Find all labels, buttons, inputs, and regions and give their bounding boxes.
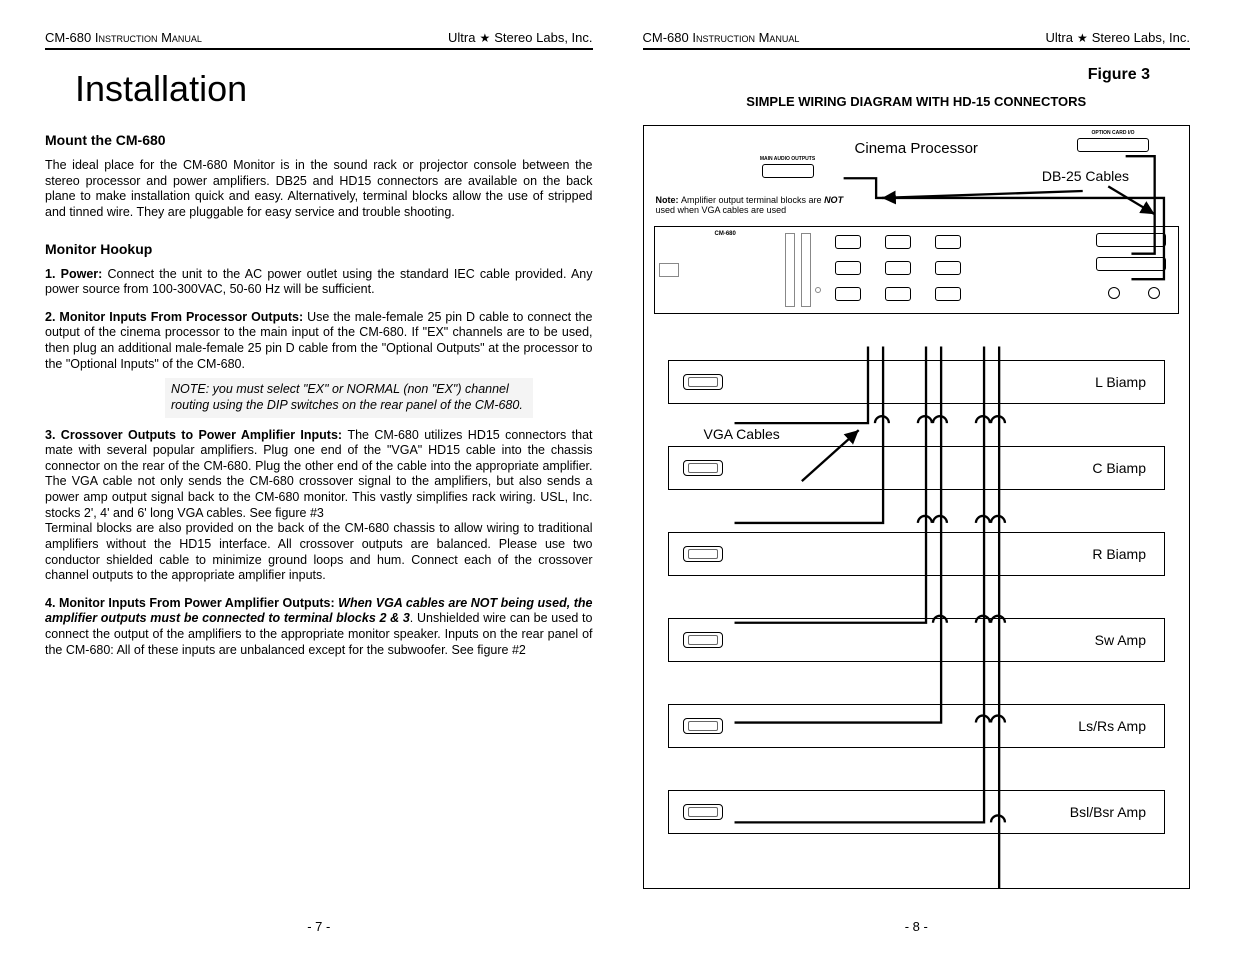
page-title: Installation <box>75 68 593 110</box>
wiring-diagram: Cinema Processor OPTION CARD I/O MAIN AU… <box>643 125 1191 889</box>
db25-cables-label: DB-25 Cables <box>1042 168 1129 184</box>
para-crossover-2: Terminal blocks are also provided on the… <box>45 521 593 584</box>
header-row-right: CM-680 Instruction Manual Ultra ★ Stereo… <box>643 30 1191 50</box>
amp-label: R Biamp <box>1092 546 1146 562</box>
hd15-connector-icon <box>683 460 723 476</box>
para-proc-outputs: 2. Monitor Inputs From Processor Outputs… <box>45 310 593 373</box>
main-audio-connector-icon <box>762 164 814 178</box>
note-box: NOTE: you must select "EX" or NORMAL (no… <box>165 378 533 417</box>
db25-port-icon <box>1096 257 1166 271</box>
cm680-unit: CM-680 <box>654 226 1180 314</box>
amp-label: Bsl/Bsr Amp <box>1070 804 1146 820</box>
cm680-label: CM-680 <box>715 231 736 237</box>
option-card-connector-icon <box>1077 138 1149 152</box>
heading-mount: Mount the CM-680 <box>45 132 593 148</box>
figure-title: Figure 3 <box>643 66 1151 84</box>
vga-port-icon <box>885 261 911 275</box>
para-crossover: 3. Crossover Outputs to Power Amplifier … <box>45 428 593 522</box>
option-card-label: OPTION CARD I/O <box>1077 130 1149 136</box>
header-right-text-r: Ultra ★ Stereo Labs, Inc. <box>1046 30 1191 45</box>
amp-box: Sw Amp <box>668 618 1166 662</box>
main-audio-label: MAIN AUDIO OUTPUTS <box>758 156 818 162</box>
amp-box: L Biamp <box>668 360 1166 404</box>
amp-box: Bsl/Bsr Amp <box>668 790 1166 834</box>
page-left: CM-680 Instruction Manual Ultra ★ Stereo… <box>20 30 618 934</box>
figure-subtitle: SIMPLE WIRING DIAGRAM WITH HD-15 CONNECT… <box>643 94 1191 109</box>
star-icon: ★ <box>479 31 490 45</box>
vga-port-icon <box>835 261 861 275</box>
amp-box: Ls/Rs Amp <box>668 704 1166 748</box>
diagram-note: Note: Amplifier output terminal blocks a… <box>656 196 856 216</box>
power-port-icon <box>1148 287 1160 299</box>
header-left-text: CM-680 Instruction Manual <box>45 30 202 45</box>
vga-port-icon <box>935 235 961 249</box>
header-row-left: CM-680 Instruction Manual Ultra ★ Stereo… <box>45 30 593 50</box>
vga-port-icon <box>885 287 911 301</box>
vga-port-icon <box>885 235 911 249</box>
amp-label: C Biamp <box>1092 460 1146 476</box>
vga-port-icon <box>835 287 861 301</box>
amp-box: R Biamp <box>668 532 1166 576</box>
amp-label: Sw Amp <box>1095 632 1146 648</box>
hd15-connector-icon <box>683 804 723 820</box>
para-amp-outputs: 4. Monitor Inputs From Power Amplifier O… <box>45 596 593 659</box>
page-right: CM-680 Instruction Manual Ultra ★ Stereo… <box>618 30 1216 934</box>
hd15-connector-icon <box>683 374 723 390</box>
hd15-connector-icon <box>683 718 723 734</box>
page-number-left: - 7 - <box>45 899 593 934</box>
bypass-port-icon <box>1108 287 1120 299</box>
hd15-connector-icon <box>683 546 723 562</box>
vga-port-icon <box>835 235 861 249</box>
db25-port-icon <box>1096 233 1166 247</box>
star-icon: ★ <box>1077 31 1088 45</box>
vga-cables-label: VGA Cables <box>704 426 780 442</box>
header-left-text-r: CM-680 Instruction Manual <box>643 30 800 45</box>
vga-port-icon <box>935 287 961 301</box>
page-number-right: - 8 - <box>643 899 1191 934</box>
amp-box: C Biamp <box>668 446 1166 490</box>
para-power: 1. Power: Connect the unit to the AC pow… <box>45 267 593 298</box>
para-mount: The ideal place for the CM-680 Monitor i… <box>45 158 593 221</box>
hd15-connector-icon <box>683 632 723 648</box>
header-right-text: Ultra ★ Stereo Labs, Inc. <box>448 30 593 45</box>
amp-label: L Biamp <box>1095 374 1146 390</box>
vga-port-icon <box>935 261 961 275</box>
amp-label: Ls/Rs Amp <box>1078 718 1146 734</box>
heading-hookup: Monitor Hookup <box>45 241 593 257</box>
